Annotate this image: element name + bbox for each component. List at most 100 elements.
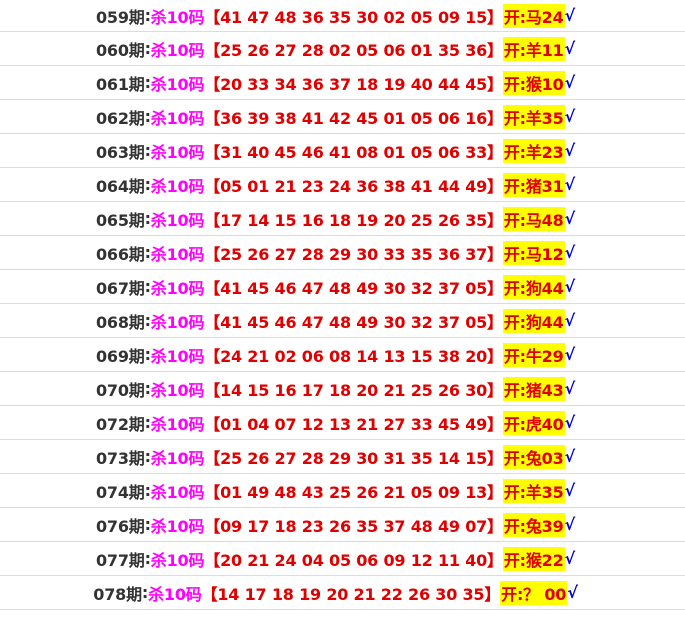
- number-set: 【41 47 48 36 35 30 02 05 09 15】: [204, 7, 503, 27]
- kill-label: 杀10码: [150, 108, 205, 128]
- period-label: 063期: [95, 142, 145, 162]
- check-icon: √: [564, 175, 576, 194]
- result-badge: 开:猪31: [502, 172, 565, 197]
- period-label: 076期: [95, 516, 145, 536]
- list-item: 061期: 杀10码 【20 33 34 36 37 18 19 40 44 45】…: [0, 66, 685, 100]
- kill-label: 杀10码: [150, 7, 205, 27]
- period-label: 066期: [95, 244, 145, 264]
- number-set: 【17 14 15 16 18 19 20 25 26 35】: [204, 210, 503, 230]
- check-icon: √: [567, 583, 578, 602]
- number-set: 【01 04 07 12 13 21 27 33 45 49】: [204, 414, 503, 434]
- result-badge: 开:羊11: [502, 36, 565, 61]
- kill-label: 杀10码: [150, 482, 205, 502]
- result-badge: 开:兔39: [502, 512, 565, 537]
- result-badge: 开:虎40: [502, 410, 565, 435]
- number-set: 【25 26 27 28 29 30 33 35 36 37】: [204, 244, 503, 264]
- check-icon: √: [564, 515, 576, 534]
- result-badge: 开:猴22: [502, 546, 565, 571]
- check-icon: √: [564, 481, 576, 500]
- period-label: 061期: [95, 74, 145, 94]
- period-label: 064期: [95, 176, 145, 196]
- result-badge: 开:羊35: [502, 104, 565, 129]
- number-set: 【05 01 21 23 24 36 38 41 44 49】: [204, 176, 503, 196]
- check-icon: √: [564, 311, 576, 330]
- kill-label: 杀10码: [150, 380, 205, 400]
- number-set: 【20 33 34 36 37 18 19 40 44 45】: [204, 74, 503, 94]
- check-icon: √: [564, 6, 576, 25]
- kill-label: 杀10码: [150, 550, 205, 570]
- number-set: 【25 26 27 28 02 05 06 01 35 36】: [204, 40, 503, 60]
- check-icon: √: [564, 447, 576, 466]
- kill-label: 杀10码: [150, 278, 205, 298]
- result-badge: 开:兔03: [502, 444, 565, 469]
- period-label: 074期: [95, 482, 145, 502]
- list-item: 059期: 杀10码 【41 47 48 36 35 30 02 05 09 15】…: [0, 0, 685, 32]
- check-icon: √: [564, 345, 576, 364]
- check-icon: √: [564, 277, 576, 296]
- number-set: 【41 45 46 47 48 49 30 32 37 05】: [204, 278, 503, 298]
- kill-label: 杀10码: [150, 414, 205, 434]
- kill-label: 杀10码: [150, 516, 205, 536]
- period-label: 070期: [95, 380, 145, 400]
- period-label: 062期: [95, 108, 145, 128]
- list-item: 062期: 杀10码 【36 39 38 41 42 45 01 05 06 16】…: [0, 100, 685, 134]
- result-badge: 开:羊35: [502, 478, 565, 503]
- result-badge: 开:马24: [502, 3, 565, 28]
- kill-label: 杀10码: [150, 312, 205, 332]
- list-item: 060期: 杀10码 【25 26 27 28 02 05 06 01 35 36】…: [0, 32, 685, 66]
- list-item: 072期: 杀10码 【01 04 07 12 13 21 27 33 45 49】…: [0, 406, 685, 440]
- check-icon: √: [564, 107, 576, 126]
- list-item: 078期: 杀10码 【14 17 18 19 20 21 22 26 30 35】…: [0, 576, 685, 610]
- list-item: 073期: 杀10码 【25 26 27 28 29 30 31 35 14 15】…: [0, 440, 685, 474]
- result-badge: 开:猴10: [502, 70, 565, 95]
- number-set: 【09 17 18 23 26 35 37 48 49 07】: [204, 516, 503, 536]
- number-set: 【14 15 16 17 18 20 21 25 26 30】: [204, 380, 503, 400]
- check-icon: √: [564, 73, 576, 92]
- kill-label: 杀10码: [148, 584, 202, 604]
- period-label: 078期: [93, 584, 142, 604]
- kill-label: 杀10码: [150, 176, 205, 196]
- list-item: 069期: 杀10码 【24 21 02 06 08 14 13 15 38 20】…: [0, 338, 685, 372]
- result-badge: 开:狗44: [502, 274, 565, 299]
- kill-label: 杀10码: [150, 448, 205, 468]
- list-item: 064期: 杀10码 【05 01 21 23 24 36 38 41 44 49】…: [0, 168, 685, 202]
- check-icon: √: [564, 243, 576, 262]
- kill-label: 杀10码: [150, 142, 205, 162]
- period-label: 060期: [95, 40, 145, 60]
- number-set: 【20 21 24 04 05 06 09 12 11 40】: [204, 550, 503, 570]
- period-label: 077期: [95, 550, 145, 570]
- period-label: 072期: [95, 414, 145, 434]
- list-item: 068期: 杀10码 【41 45 46 47 48 49 30 32 37 05】…: [0, 304, 685, 338]
- period-label: 067期: [95, 278, 145, 298]
- prediction-list: 059期: 杀10码 【41 47 48 36 35 30 02 05 09 15】…: [0, 0, 685, 610]
- list-item: 076期: 杀10码 【09 17 18 23 26 35 37 48 49 07】…: [0, 508, 685, 542]
- list-item: 067期: 杀10码 【41 45 46 47 48 49 30 32 37 05】…: [0, 270, 685, 304]
- result-badge: 开:羊23: [502, 138, 565, 163]
- result-badge: 开:马12: [502, 240, 565, 265]
- kill-label: 杀10码: [150, 210, 205, 230]
- check-icon: √: [564, 549, 576, 568]
- kill-label: 杀10码: [150, 74, 205, 94]
- check-icon: √: [564, 39, 576, 58]
- period-label: 073期: [95, 448, 145, 468]
- result-badge: 开:马48: [502, 206, 565, 231]
- list-item: 070期: 杀10码 【14 15 16 17 18 20 21 25 26 30】…: [0, 372, 685, 406]
- check-icon: √: [564, 379, 576, 398]
- result-badge: 开:狗44: [502, 308, 565, 333]
- number-set: 【31 40 45 46 41 08 01 05 06 33】: [204, 142, 503, 162]
- period-label: 065期: [95, 210, 145, 230]
- check-icon: √: [564, 413, 576, 432]
- list-item: 074期: 杀10码 【01 49 48 43 25 26 21 05 09 13】…: [0, 474, 685, 508]
- check-icon: √: [564, 209, 576, 228]
- number-set: 【14 17 18 19 20 21 22 26 30 35】: [201, 584, 501, 604]
- period-label: 068期: [95, 312, 145, 332]
- list-item: 077期: 杀10码 【20 21 24 04 05 06 09 12 11 40】…: [0, 542, 685, 576]
- number-set: 【25 26 27 28 29 30 31 35 14 15】: [204, 448, 503, 468]
- list-item: 066期: 杀10码 【25 26 27 28 29 30 33 35 36 37】…: [0, 236, 685, 270]
- list-item: 065期: 杀10码 【17 14 15 16 18 19 20 25 26 35】…: [0, 202, 685, 236]
- kill-label: 杀10码: [150, 40, 205, 60]
- result-badge: 开:猪43: [502, 376, 565, 401]
- result-badge: 开:？ 00: [500, 580, 568, 605]
- number-set: 【01 49 48 43 25 26 21 05 09 13】: [204, 482, 503, 502]
- result-badge: 开:牛29: [502, 342, 565, 367]
